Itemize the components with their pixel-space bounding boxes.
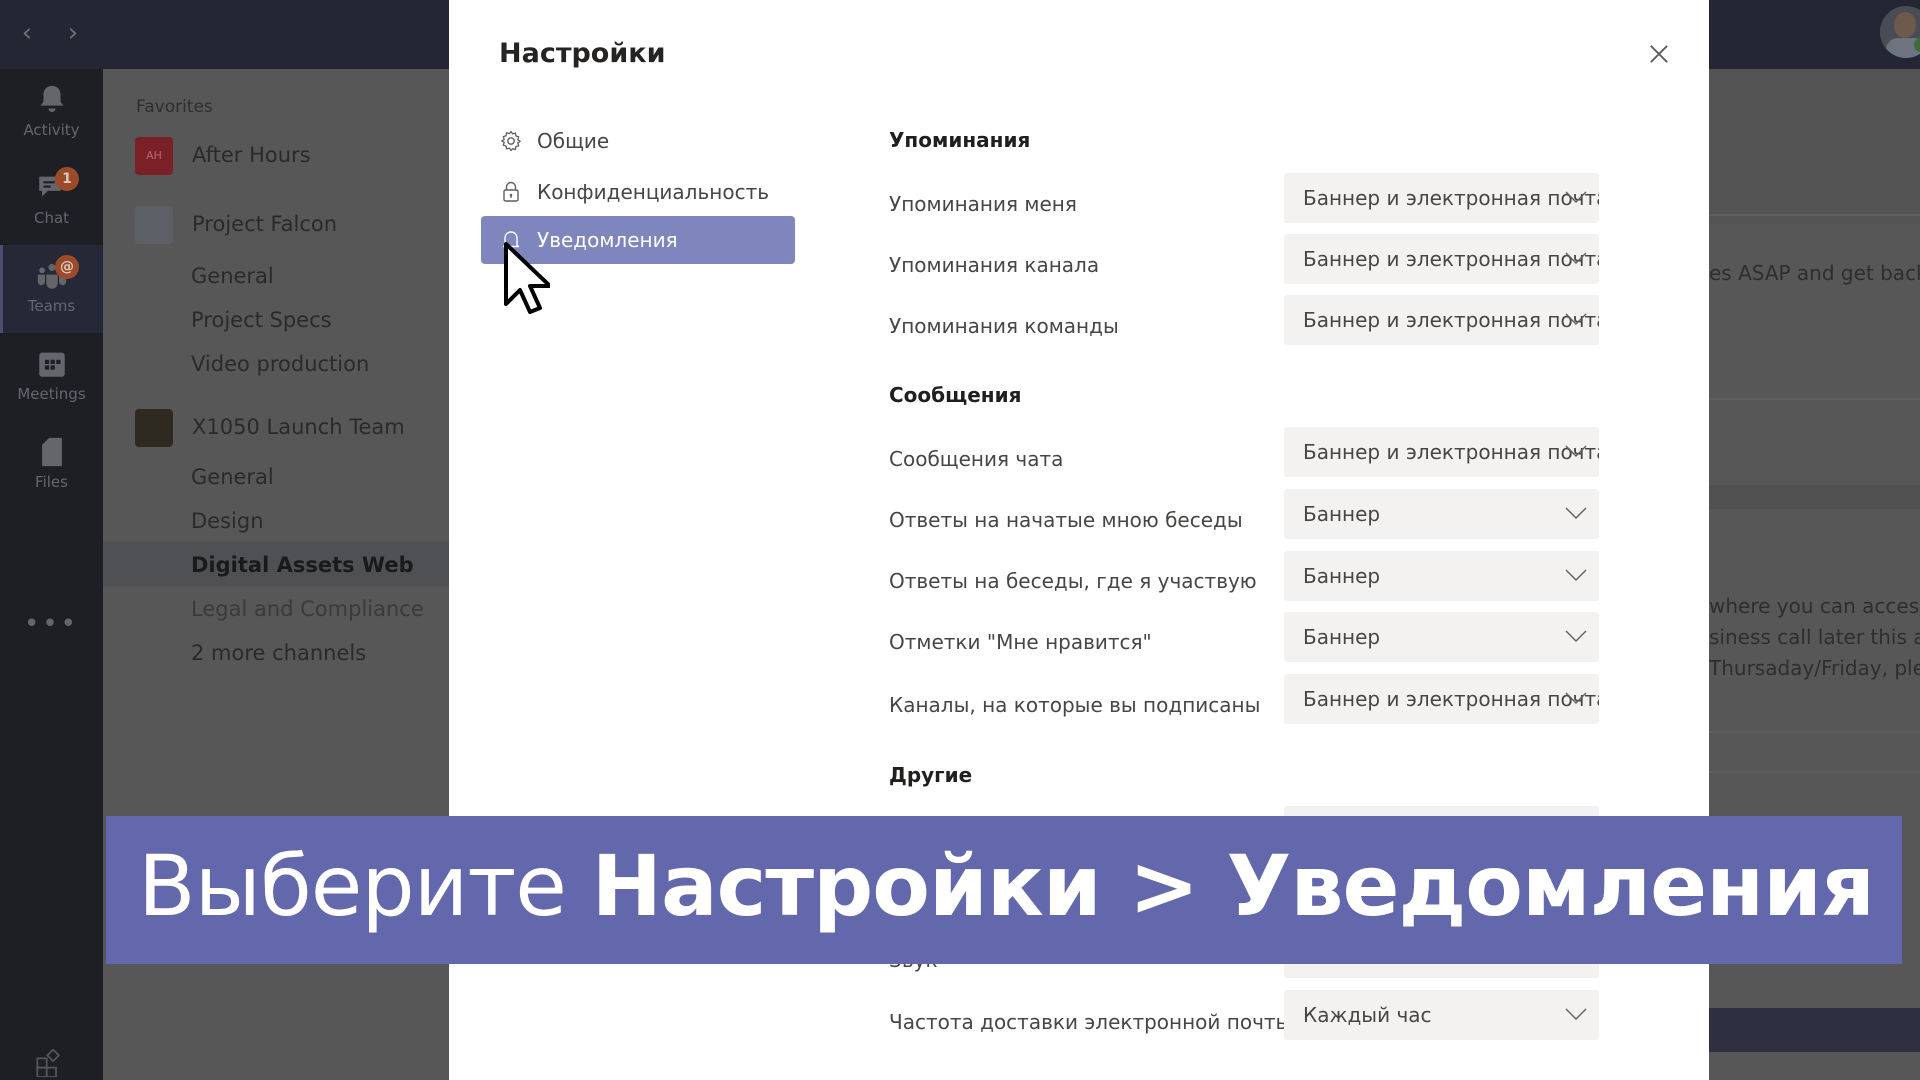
more-apps-button[interactable]: ••• (0, 609, 103, 639)
section-title-other: Другие (889, 763, 973, 787)
instruction-caption: Выберите Настройки > Уведомления (106, 816, 1902, 964)
mentions-team-dropdown[interactable]: Баннер и электронная почта (1284, 295, 1599, 345)
calendar-icon (38, 352, 65, 377)
team-avatar (135, 409, 173, 447)
caption-bold: Настройки > Уведомления (591, 837, 1875, 935)
back-button[interactable]: ‹ (12, 18, 42, 48)
app-rail: Activity Chat 1 Teams @ Meetings Files •… (0, 69, 103, 1080)
team-avatar: AH (135, 137, 173, 175)
chevron-down-icon (1565, 692, 1587, 704)
replies-started-dropdown[interactable]: Баннер (1284, 489, 1599, 539)
lock-icon (503, 181, 519, 202)
chevron-down-icon (1565, 507, 1587, 519)
chevron-down-icon (1565, 191, 1587, 203)
settings-nav-general[interactable]: Общие (481, 117, 795, 165)
message-text: Thursaday/Friday, ple (1709, 656, 1920, 680)
setting-label: Ответы на начатые мною беседы (889, 508, 1243, 532)
message-text: siness call later this aft (1709, 625, 1920, 649)
setting-label: Частота доставки электронной почты (889, 1010, 1292, 1034)
setting-label: Упоминания канала (889, 253, 1100, 277)
setting-label: Сообщения чата (889, 447, 1064, 471)
channel-item[interactable]: General (191, 264, 274, 288)
close-icon[interactable] (1645, 40, 1673, 68)
team-after-hours[interactable]: AH After Hours (135, 137, 455, 177)
rail-item-teams[interactable]: Teams @ (0, 245, 103, 333)
setting-label: Отметки "Мне нравится" (889, 630, 1152, 654)
unread-badge: 1 (55, 167, 79, 191)
message-text: es ASAP and get back (1709, 261, 1920, 285)
chevron-down-icon (1565, 630, 1587, 642)
forward-button[interactable]: › (58, 18, 88, 48)
likes-dropdown[interactable]: Баннер (1284, 612, 1599, 662)
rail-item-files[interactable]: Files (0, 421, 103, 509)
team-project-falcon[interactable]: Project Falcon (135, 206, 455, 246)
setting-label: Ответы на беседы, где я участвую (889, 569, 1257, 593)
section-title-mentions: Упоминания (889, 128, 1031, 152)
rail-item-meetings[interactable]: Meetings (0, 333, 103, 421)
setting-label: Упоминания меня (889, 192, 1077, 216)
chat-messages-dropdown[interactable]: Баннер и электронная почта (1284, 427, 1599, 477)
bell-icon (502, 231, 520, 252)
email-frequency-dropdown[interactable]: Каждый час (1284, 990, 1599, 1040)
setting-label: Упоминания команды (889, 314, 1119, 338)
rail-item-activity[interactable]: Activity (0, 69, 103, 157)
favorites-header: Favorites (136, 97, 213, 117)
caption-prefix: Выберите (138, 837, 592, 935)
team-avatar (135, 206, 173, 244)
compose-bar (1709, 1008, 1920, 1052)
dialog-title: Настройки (499, 38, 666, 69)
team-x1050-launch[interactable]: X1050 Launch Team (135, 409, 455, 449)
chevron-down-icon (1565, 252, 1587, 264)
message-text: where you can access (1709, 594, 1920, 618)
replies-participated-dropdown[interactable]: Баннер (1284, 551, 1599, 601)
rail-item-chat[interactable]: Chat 1 (0, 157, 103, 245)
chevron-down-icon (1565, 569, 1587, 581)
file-icon (41, 437, 62, 467)
channel-item[interactable]: Legal and Compliance (191, 597, 424, 621)
followed-channels-dropdown[interactable]: Баннер и электронная почта (1284, 674, 1599, 724)
user-avatar[interactable] (1880, 6, 1920, 58)
mention-badge: @ (55, 255, 79, 279)
settings-nav-notifications[interactable]: Уведомления (481, 216, 795, 264)
channel-item[interactable]: Video production (191, 352, 369, 376)
bell-icon (40, 85, 63, 113)
chevron-down-icon (1565, 313, 1587, 325)
channel-item[interactable]: Project Specs (191, 308, 332, 332)
channel-item-selected[interactable]: Digital Assets Web (191, 553, 414, 577)
channel-item[interactable]: Design (191, 509, 264, 533)
store-icon[interactable] (34, 1049, 64, 1077)
mentions-me-dropdown[interactable]: Баннер и электронная почта (1284, 173, 1599, 223)
mentions-channel-dropdown[interactable]: Баннер и электронная почта (1284, 234, 1599, 284)
settings-nav-privacy[interactable]: Конфиденциальность (481, 168, 795, 216)
more-channels-link[interactable]: 2 more channels (191, 641, 366, 665)
gear-icon (501, 130, 521, 152)
chevron-left-icon: ‹ (21, 18, 33, 48)
chevron-right-icon: › (67, 18, 79, 48)
channel-item[interactable]: General (191, 465, 274, 489)
chevron-down-icon (1565, 445, 1587, 457)
chevron-down-icon (1565, 1008, 1587, 1020)
section-title-messages: Сообщения (889, 383, 1022, 407)
setting-label: Каналы, на которые вы подписаны (889, 693, 1261, 717)
